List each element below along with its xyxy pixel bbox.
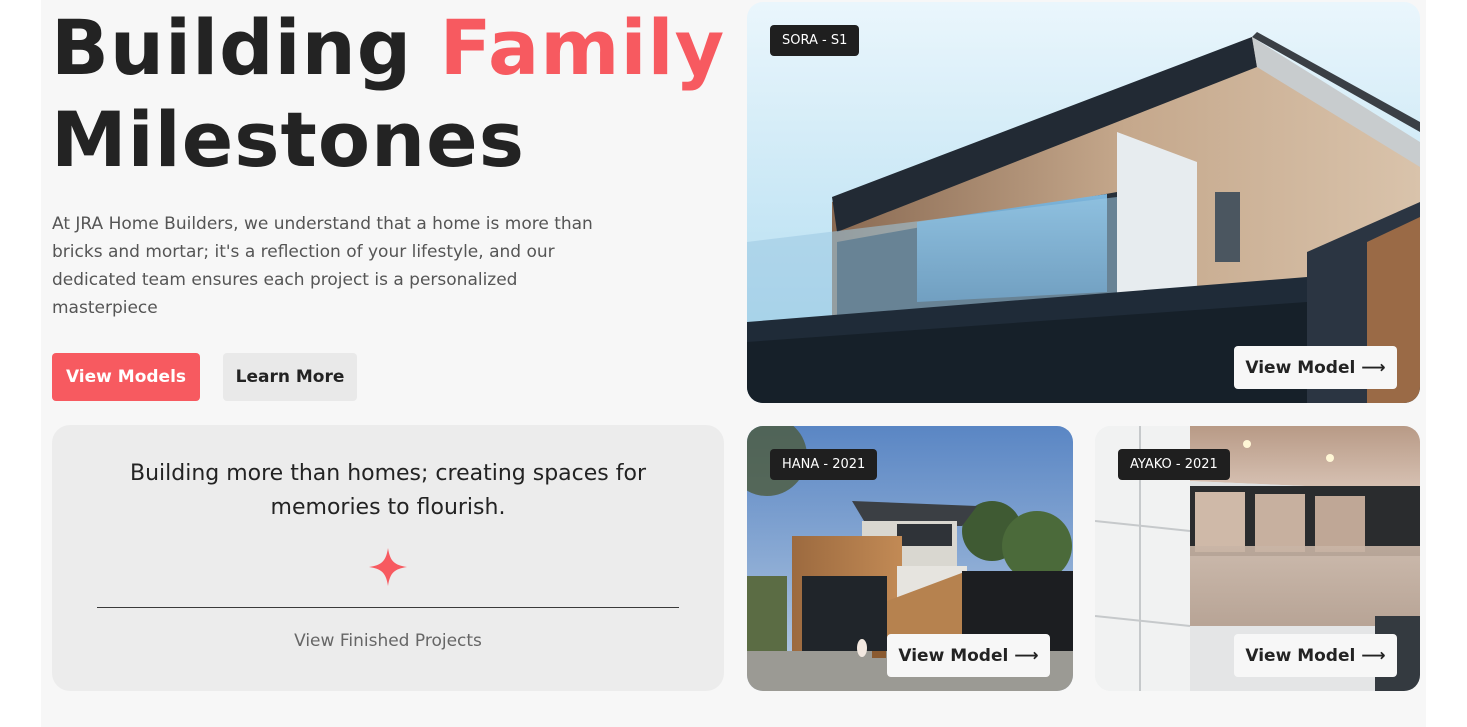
hero-title-part2: Milestones	[51, 95, 525, 184]
hero-title: Building Family Milestones	[51, 2, 731, 186]
hero-title-accent: Family	[439, 3, 726, 92]
model-badge-sora: SORA - S1	[770, 25, 860, 56]
model-card-ayako[interactable]: AYAKO - 2021 View Model ⟶	[1095, 426, 1420, 691]
house-photo-sora	[747, 2, 1420, 403]
hero-title-part1: Building	[51, 3, 440, 92]
model-card-sora[interactable]: SORA - S1 View Model ⟶	[747, 2, 1420, 403]
model-badge-hana: HANA - 2021	[770, 449, 878, 480]
quote-card: Building more than homes; creating space…	[52, 425, 724, 691]
view-finished-projects-link[interactable]: View Finished Projects	[52, 631, 724, 651]
view-model-button-sora[interactable]: View Model ⟶	[1234, 346, 1397, 389]
hero-description: At JRA Home Builders, we understand that…	[52, 214, 593, 318]
divider	[97, 607, 679, 608]
model-badge-ayako: AYAKO - 2021	[1118, 449, 1230, 480]
view-model-button-hana[interactable]: View Model ⟶	[887, 634, 1050, 677]
quote-text: Building more than homes; creating space…	[129, 461, 646, 520]
learn-more-button[interactable]: Learn More	[223, 353, 357, 401]
model-card-hana[interactable]: HANA - 2021 View Model ⟶	[747, 426, 1073, 691]
view-model-button-ayako[interactable]: View Model ⟶	[1234, 634, 1397, 677]
view-models-button[interactable]: View Models	[52, 353, 200, 401]
sparkle-icon	[369, 548, 407, 586]
